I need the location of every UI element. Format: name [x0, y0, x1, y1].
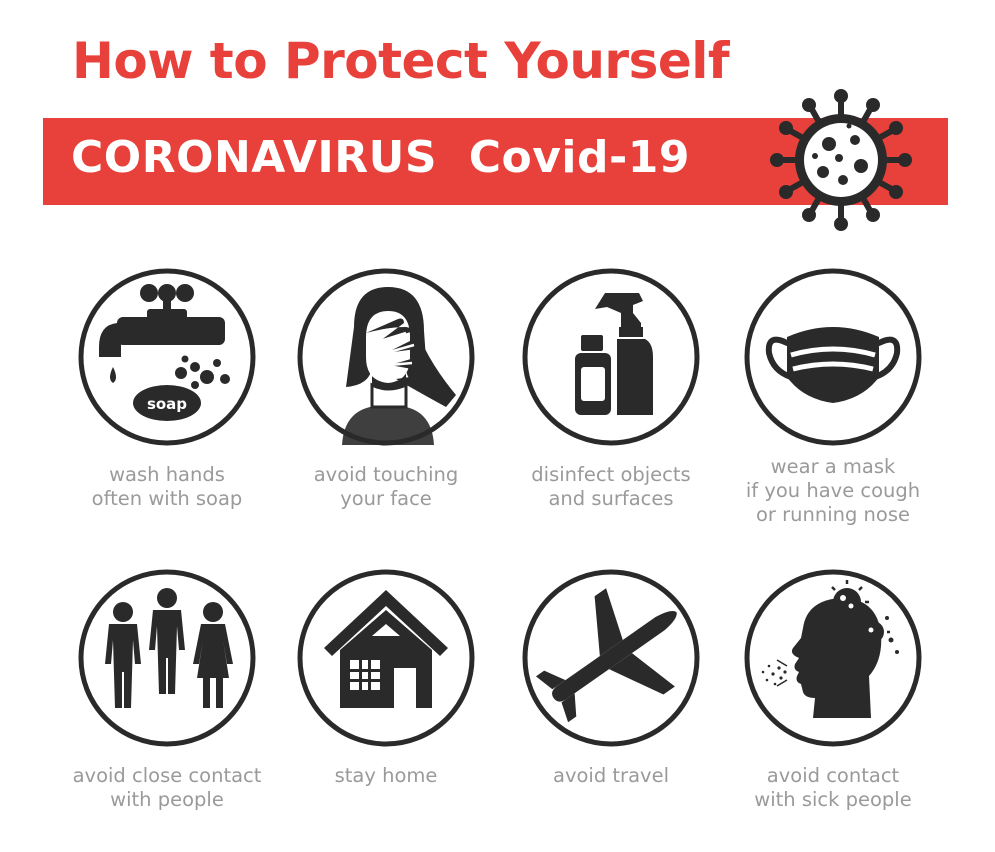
soap-label: soap — [147, 395, 187, 413]
tip-caption: wash hands often with soap — [91, 463, 243, 510]
tip-caption: wear a mask if you have cough or running… — [745, 455, 921, 526]
people-icon — [78, 569, 256, 747]
face-mask-icon — [744, 268, 922, 446]
tip-caption: avoid close contact with people — [72, 764, 262, 811]
banner-text: CORONAVIRUS Covid-19 — [71, 132, 691, 183]
tip-caption: disinfect objects and surfaces — [531, 463, 691, 510]
tip-caption: avoid travel — [553, 764, 669, 787]
spray-bottle-icon — [522, 268, 700, 446]
faucet-soap-icon: soap — [78, 268, 256, 446]
tip-caption: avoid contact with sick people — [754, 764, 912, 811]
house-icon — [297, 569, 475, 747]
sick-person-icon — [744, 569, 922, 747]
page-title: How to Protect Yourself — [72, 32, 730, 90]
airplane-icon — [522, 569, 700, 747]
tip-caption: stay home — [334, 764, 438, 787]
tip-caption: avoid touching your face — [313, 463, 459, 510]
face-touch-icon — [297, 268, 475, 446]
virus-icon — [770, 89, 912, 231]
